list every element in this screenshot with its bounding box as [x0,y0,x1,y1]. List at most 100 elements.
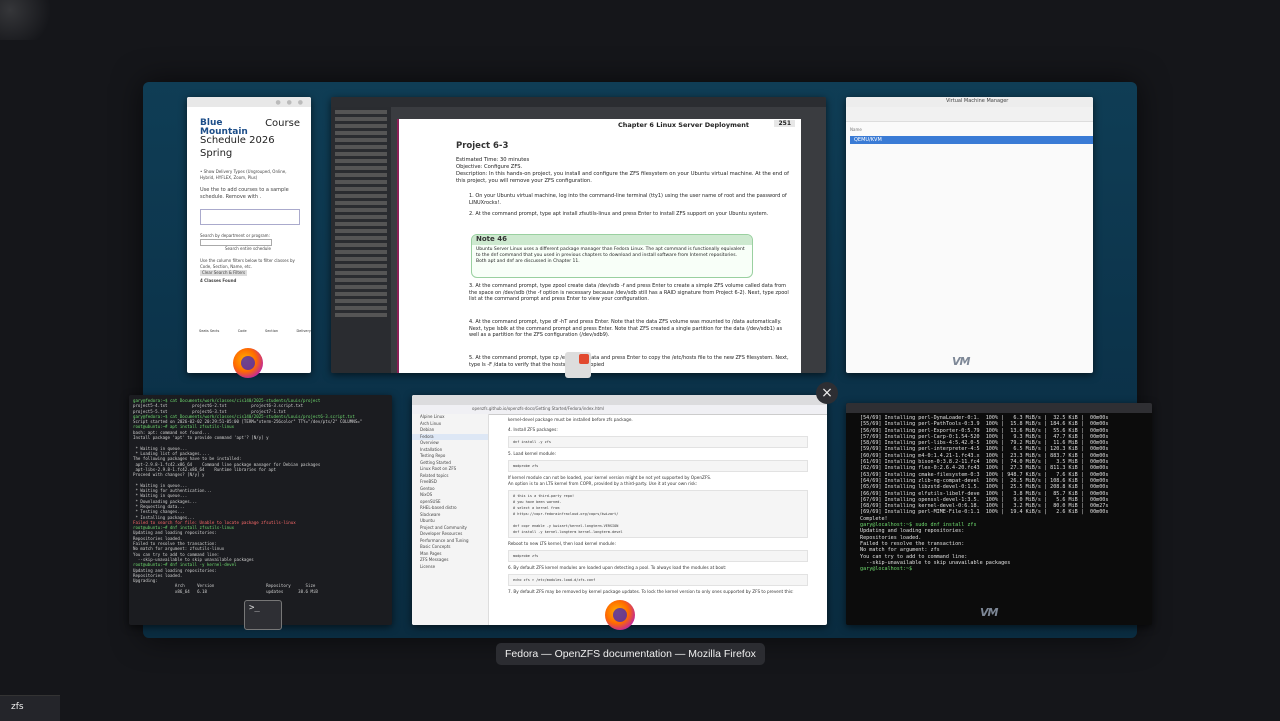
terminal-line: Failed to resolve the transaction: [860,540,965,547]
terminal-line: x86_64 6.18 updates 38.6 MiB [174,588,318,594]
terminal-line: root@ubuntu:~# dnf install zfsutils-linu… [133,525,235,531]
terminal-line: [55/69] Installing perl-PathTools-0:3.9 … [860,421,1109,428]
window-vm-manager[interactable]: Virtual Machine Manager Name QEMU/KVM [846,97,1093,373]
url-text: openzfs.github.io/openzfs-docs/Getting S… [472,406,605,411]
window-terminal-dnf[interactable]: [54/69] Installing perl-DynaLoader-0:1. … [846,403,1152,625]
estimated-time: Estimated Time: 30 minutes [456,157,530,163]
close-window-button[interactable]: × [816,382,838,404]
page-number: 251 [774,120,795,127]
step-1: 1. On your Ubuntu virtual machine, log i… [469,193,787,206]
pdf-page: Chapter 6 Linux Server Deployment 251 Pr… [397,119,801,373]
terminal-line: Repositories loaded. [133,572,183,578]
pdf-thumbnail-sidebar[interactable] [331,107,391,373]
search-schedule-button[interactable]: Search entire schedule [225,246,300,252]
table-header: Section [265,329,279,333]
firefox-icon [233,348,263,378]
description: Description: In this hands-on project, y… [456,171,789,184]
objective: Objective: Configure ZFS. [456,164,523,170]
terminal-line: [67/69] Installing openssl-devel-1:3.5. … [860,496,1109,503]
terminal-line: root@ubuntu:~# apt install zfsutils-linu… [133,424,235,430]
note-title: Note 46 [472,235,752,245]
chapter-title: Chapter 6 Linux Server Deployment [618,121,749,129]
code-block: # this is a third-party repo! # you have… [508,490,808,538]
code-block: modprobe zfs [508,460,808,472]
window-firefox-openzfs[interactable]: openzfs.github.io/openzfs-docs/Getting S… [412,395,827,625]
browser-tab-bar[interactable] [412,395,827,405]
vm-logo-icon: VM [980,606,998,619]
terminal-line: gary@fedora:~$ cat Documents/work/classe… [133,398,321,403]
course-bullets: • Show Delivery Types (Ungrouped, Online… [200,169,300,284]
terminal-line: [63/69] Installing cmake-filesystem-0:3 … [860,471,1109,478]
terminal-line: Repositories loaded. [133,535,183,541]
terminal-line: * Waiting in queue... [135,445,188,451]
terminal-line: Install package 'apt' to provide command… [133,435,269,441]
terminal-line: No match for argument: zfs [860,547,940,554]
terminal-line: [58/69] Installing perl-libs-4:5.42.0-5 … [860,440,1109,447]
terminal-line: Repositories loaded. [860,534,922,541]
step-4: 4. At the command prompt, type df -hT an… [469,319,783,338]
table-header: Seats Sects [199,329,220,333]
clear-filters-button[interactable]: Clear Search & Filters [200,270,248,276]
doc-text: kernel-devel package must be installed b… [508,417,633,422]
classes-found: 4 Classes Found [200,278,237,283]
note-body: Ubuntu Server Linux uses a different pac… [476,247,745,264]
terminal-line: bash: apt: command not found... [133,429,210,435]
college-logo: Blue Mountain [200,118,248,137]
terminal-line: [65/69] Installing libzstd-devel-0:1.5. … [860,484,1109,491]
window-titlebar[interactable]: Virtual Machine Manager [846,97,1093,107]
program-select[interactable] [200,239,272,246]
overview-search-field[interactable]: zfs [0,695,60,721]
window-titlebar[interactable]: ● ● ● [187,97,311,107]
vm-connection-row[interactable]: QEMU/KVM [850,136,1093,144]
terminal-line: Failed to search for file: Unable to loc… [133,519,296,525]
note-box: Note 46 Ubuntu Server Linux uses a diffe… [471,234,753,278]
window-course-schedule[interactable]: ● ● ● Course Schedule 2026 Spring Blue M… [187,97,311,373]
vm-toolbar[interactable] [846,107,1093,122]
terminal-output[interactable]: gary@fedora:~$ cat Documents/work/classe… [129,395,392,597]
corner-glow [0,0,60,40]
terminal-line: [56/69] Installing perl-Exporter-0:5.79 … [860,427,1109,434]
window-titlebar[interactable] [331,97,826,107]
terminal-line: You can try to add to command line: [133,551,220,557]
window-controls-icon: ● ● ● [275,99,305,106]
table-header: Delivery [296,329,311,333]
terminal-line: --skip-unavailable to skip unavailable p… [866,559,1011,566]
window-caption: Fedora — OpenZFS documentation — Mozilla… [496,643,765,665]
vm-logo-icon: VM [952,355,970,368]
vm-window-title: Virtual Machine Manager [946,98,1009,104]
terminal-line: Updating and loading repositories: [133,530,217,536]
terminal-line: apt-2.9.8-1.fc42.x86_64 Command line pac… [135,461,321,467]
sidebar-item[interactable]: License [412,564,488,571]
docs-sidebar[interactable]: Alpine Linux Arch Linux Debian Fedora Overvi… [412,414,489,625]
search-label: Search by department or program: [200,233,270,238]
terminal-line: [68/69] Installing kernel-devel-0:6.18. … [860,503,1109,510]
terminal-line: gary@localhost:~$ [860,566,913,573]
terminal-line: You can try to add to command line: [860,553,968,560]
terminal-line: * Requesting data... [135,503,185,509]
project-meta: Estimated Time: 30 minutes Objective: Co… [456,157,796,185]
register-note-box [200,209,300,225]
terminal-line: gary@fedora:~$ cat Documents/work/classe… [133,413,355,419]
terminal-line: * Installing packages... [135,514,195,520]
terminal-line: [57/69] Installing perl-Carp-0:1.54-520 … [860,433,1109,440]
window-terminal-script[interactable]: gary@fedora:~$ cat Documents/work/classe… [129,395,392,625]
doc-step: 4. Install ZFS packages: [508,427,558,432]
step-5: 5. At the command prompt, type cp /etc/h… [469,355,789,368]
filter-hint: Use the column filters below to filter c… [200,258,295,269]
terminal-line: * Loading list of packages.... [135,450,210,456]
step-2: 2. At the command prompt, type apt insta… [469,211,769,217]
pdf-app-icon [565,352,591,378]
vm-column-header: Name [850,127,862,132]
doc-step: 6. By default ZFS kernel modules are loa… [508,565,727,570]
terminal-line: apt-libs-2.9.8-1.fc42.x86_64 Runtime lib… [135,466,276,472]
pdf-page-header: Chapter 6 Linux Server Deployment 251 [399,119,801,129]
terminal-output[interactable]: [54/69] Installing perl-DynaLoader-0:1. … [846,413,1152,574]
terminal-line: * Downloading packages... [135,498,198,504]
doc-step: 5. Load kernel module: [508,451,557,456]
window-pdf-viewer[interactable]: Chapter 6 Linux Server Deployment 251 Pr… [331,97,826,373]
terminal-line: --skip-unavailable to skip unavailable p… [137,556,254,562]
window-titlebar[interactable] [846,403,1152,413]
search-input-text: zfs [11,702,24,712]
terminal-line: root@ubuntu:~# dnf install -y kernel-dev… [133,562,237,568]
code-block: echo zfs > /etc/modules-load.d/zfs.conf [508,574,808,586]
